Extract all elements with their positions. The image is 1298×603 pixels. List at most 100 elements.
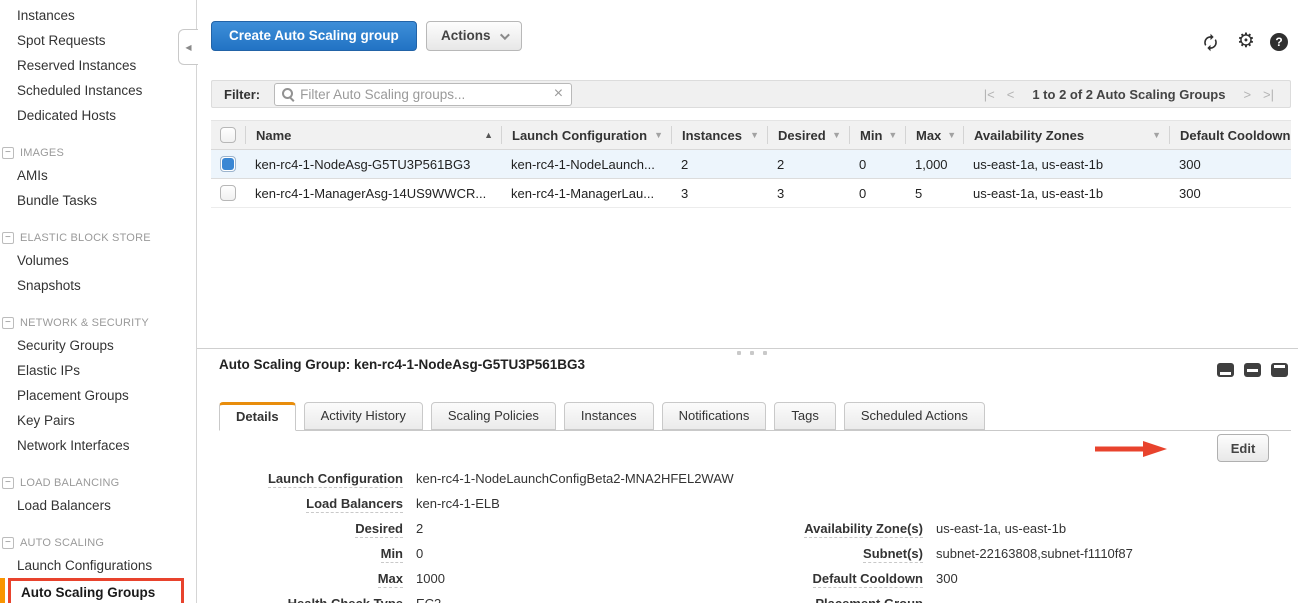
sidebar-section-network-security[interactable]: −NETWORK & SECURITY [0,312,196,333]
actions-button[interactable]: Actions [426,21,522,51]
table-row[interactable]: ken-rc4-1-ManagerAsg-14US9WWCR...ken-rc4… [211,179,1291,208]
column-header-default-cooldown[interactable]: Default Cooldown [1169,126,1291,144]
select-all-checkbox[interactable] [220,127,236,143]
column-header-availability-zones[interactable]: Availability Zones▼ [963,126,1169,144]
clear-filter-icon[interactable]: × [554,86,563,102]
column-header-label: Launch Configuration [512,128,647,143]
pagination-prev-button[interactable]: < [1007,87,1015,102]
refresh-button[interactable] [1201,33,1220,57]
column-header-desired[interactable]: Desired ▼ [767,126,849,144]
tab-scaling-policies[interactable]: Scaling Policies [431,402,556,430]
filter-search-input[interactable] [300,87,546,102]
collapse-minus-icon: − [2,317,14,329]
tab-notifications[interactable]: Notifications [662,402,767,430]
sidebar-item-load-balancers[interactable]: Load Balancers [0,493,196,518]
edit-button[interactable]: Edit [1217,434,1269,462]
detail-label-text: Health Check Type [288,596,403,603]
sidebar-item-elastic-ips[interactable]: Elastic IPs [0,358,196,383]
sidebar-item-launch-configurations[interactable]: Launch Configurations [0,553,196,578]
column-header-max[interactable]: Max▼ [905,126,963,144]
sidebar-item-instances[interactable]: Instances [0,3,196,28]
sidebar-item-spot-requests[interactable]: Spot Requests [0,28,196,53]
select-all-cell [211,126,245,144]
pagination-last-button[interactable]: >| [1263,87,1274,102]
detail-label: Desired [219,521,403,538]
detail-row-desired: Desired 2 [219,521,734,546]
detail-row-min: Min0 [219,546,734,571]
detail-label-text: Desired [355,521,403,538]
sidebar-item-scheduled-instances[interactable]: Scheduled Instances [0,78,196,103]
sort-desc-icon: ▼ [654,130,663,140]
refresh-icon [1201,33,1220,52]
sort-desc-icon: ▼ [1152,130,1161,140]
sidebar-item-placement-groups[interactable]: Placement Groups [0,383,196,408]
detail-value: 2 [416,521,423,536]
settings-button[interactable]: ⚙ [1237,31,1255,51]
tab-scheduled-actions[interactable]: Scheduled Actions [844,402,985,430]
column-header-min[interactable]: Min▼ [849,126,905,144]
cell-name: ken-rc4-1-ManagerAsg-14US9WWCR... [245,186,501,201]
column-header-label: Instances [682,128,742,143]
column-header-launch-configuration[interactable]: Launch Configuration ▼ [501,126,671,144]
row-checkbox[interactable] [220,156,236,172]
sidebar-item-bundle-tasks[interactable]: Bundle Tasks [0,188,196,213]
column-header-label: Desired [778,128,826,143]
column-header-instances[interactable]: Instances▼ [671,126,767,144]
sidebar-section-elastic-block-store[interactable]: −ELASTIC BLOCK STORE [0,227,196,248]
sidebar-section-images[interactable]: −IMAGES [0,142,196,163]
selected-item-marker [0,578,5,603]
sidebar-item-snapshots[interactable]: Snapshots [0,273,196,298]
annotation-arrow [1095,441,1167,457]
panel-resize-handle[interactable] [737,351,767,355]
sidebar-item-network-interfaces[interactable]: Network Interfaces [0,433,196,458]
help-icon: ? [1270,33,1288,51]
sort-desc-icon: ▼ [832,130,841,140]
sidebar-item-amis[interactable]: AMIs [0,163,196,188]
column-header-name[interactable]: Name▲ [245,126,501,144]
detail-label: Placement Group [727,596,923,603]
sidebar-section-load-balancing[interactable]: −LOAD BALANCING [0,472,196,493]
create-auto-scaling-group-button[interactable]: Create Auto Scaling group [211,21,417,51]
layout-split-pane-icon[interactable] [1244,363,1261,377]
layout-bottom-pane-icon[interactable] [1217,363,1234,377]
cell-max: 5 [905,186,963,201]
cell-min: 0 [849,186,905,201]
help-button[interactable]: ? [1270,33,1288,51]
pane-layout-controls [1217,363,1288,377]
detail-label-text: Default Cooldown [813,571,924,588]
detail-label-text: Subnet(s) [863,546,923,563]
table-row[interactable]: ken-rc4-1-NodeAsg-G5TU3P561BG3ken-rc4-1-… [211,150,1291,179]
tab-activity-history[interactable]: Activity History [304,402,423,430]
tab-details[interactable]: Details [219,402,296,431]
pagination-next-button[interactable]: > [1243,87,1251,102]
sidebar-item-security-groups[interactable]: Security Groups [0,333,196,358]
sidebar-item-auto-scaling-groups[interactable]: Auto Scaling Groups [8,578,184,603]
sidebar-collapse-toggle[interactable]: ◀ [178,29,198,65]
detail-label: Max [219,571,403,588]
search-icon [282,88,295,101]
detail-value: subnet-22163808,subnet-f1110f87 [936,546,1133,561]
sidebar-item-volumes[interactable]: Volumes [0,248,196,273]
detail-label: Launch Configuration [219,471,403,488]
row-checkbox[interactable] [220,185,236,201]
actions-button-label: Actions [441,22,491,50]
pagination-first-button[interactable]: |< [984,87,995,102]
sidebar-item-key-pairs[interactable]: Key Pairs [0,408,196,433]
filter-search-box[interactable]: × [274,83,572,106]
sidebar-section-label: AUTO SCALING [20,537,104,549]
sidebar-section-auto-scaling[interactable]: −AUTO SCALING [0,532,196,553]
sidebar-item-dedicated-hosts[interactable]: Dedicated Hosts [0,103,196,128]
cell-desired: 3 [767,186,849,201]
sidebar-item-reserved-instances[interactable]: Reserved Instances [0,53,196,78]
cell-max: 1,000 [905,157,963,172]
cell-default-cooldown: 300 [1169,186,1291,201]
detail-label-text: Launch Configuration [268,471,403,488]
details-left: Launch Configurationken-rc4-1-NodeLaunch… [219,471,734,603]
sidebar-section-label: NETWORK & SECURITY [20,317,149,329]
details-right: Availability Zone(s)us-east-1a, us-east-… [727,521,1133,603]
layout-top-pane-icon[interactable] [1271,363,1288,377]
cell-min: 0 [849,157,905,172]
tab-instances[interactable]: Instances [564,402,654,430]
tab-tags[interactable]: Tags [774,402,835,430]
detail-row-placement-group: Placement Group [727,596,1133,603]
